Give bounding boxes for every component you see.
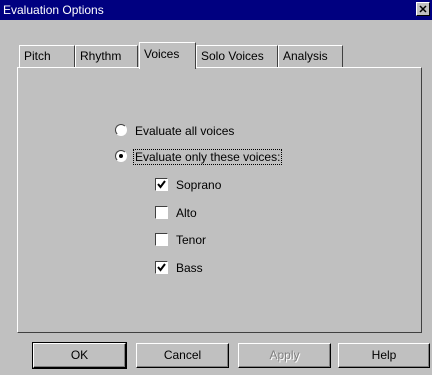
- title-bar[interactable]: Evaluation Options ✕: [0, 0, 432, 20]
- tab-solo-voices[interactable]: Solo Voices: [196, 45, 278, 67]
- evaluate-only-these-voices-radio[interactable]: [115, 150, 127, 162]
- tab-solo-voices-label: Solo Voices: [201, 49, 264, 63]
- soprano-checkbox[interactable]: [155, 178, 168, 191]
- checkmark-icon: [157, 263, 166, 272]
- help-button[interactable]: Help: [338, 343, 430, 368]
- tab-voices-label: Voices: [144, 47, 180, 61]
- radio-selected-dot: [119, 154, 123, 158]
- alto-checkbox[interactable]: [155, 206, 168, 219]
- cancel-button[interactable]: Cancel: [136, 343, 229, 368]
- window-title: Evaluation Options: [3, 3, 104, 17]
- tab-analysis-label: Analysis: [283, 49, 328, 63]
- tab-rhythm-label: Rhythm: [80, 49, 122, 63]
- evaluate-only-these-voices-label[interactable]: Evaluate only these voices:: [133, 149, 283, 165]
- tab-pitch[interactable]: Pitch: [19, 45, 75, 67]
- tab-analysis[interactable]: Analysis: [278, 45, 343, 67]
- bass-label[interactable]: Bass: [176, 261, 203, 275]
- help-button-label: Help: [371, 348, 397, 362]
- evaluate-all-voices-radio[interactable]: [115, 124, 127, 136]
- cancel-button-label: Cancel: [163, 348, 202, 362]
- ok-button[interactable]: OK: [32, 342, 127, 369]
- evaluation-options-dialog: Evaluation Options ✕ Pitch Rhythm Voices…: [0, 0, 432, 375]
- close-icon[interactable]: ✕: [416, 2, 430, 16]
- evaluate-all-voices-label[interactable]: Evaluate all voices: [135, 124, 234, 138]
- tenor-label[interactable]: Tenor: [176, 233, 206, 247]
- bass-checkbox[interactable]: [155, 261, 168, 274]
- soprano-label[interactable]: Soprano: [176, 178, 221, 192]
- tab-rhythm[interactable]: Rhythm: [75, 45, 138, 67]
- apply-button-label: Apply: [269, 348, 300, 362]
- tenor-checkbox[interactable]: [155, 233, 168, 246]
- tab-pitch-label: Pitch: [24, 49, 51, 63]
- tab-voices[interactable]: Voices: [139, 42, 196, 69]
- alto-label[interactable]: Alto: [176, 206, 197, 220]
- ok-button-label: OK: [70, 348, 89, 362]
- apply-button[interactable]: Apply: [238, 343, 331, 368]
- voices-panel: Evaluate all voices Evaluate only these …: [17, 67, 422, 333]
- checkmark-icon: [157, 180, 166, 189]
